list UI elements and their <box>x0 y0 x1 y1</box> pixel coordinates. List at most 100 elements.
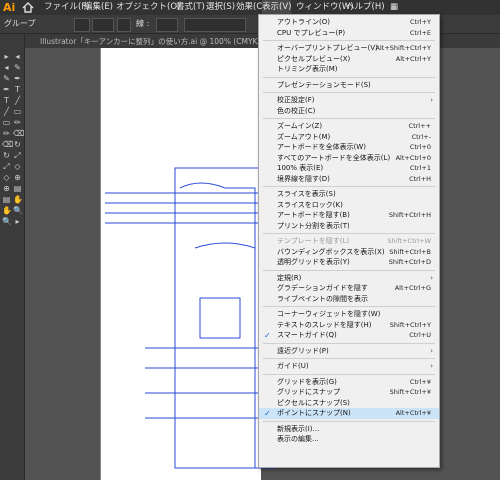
view-menu-item[interactable]: ピクセルにスナップ(S) <box>259 398 439 409</box>
type-tool-icon[interactable]: T <box>2 96 11 105</box>
home-icon[interactable] <box>22 2 34 13</box>
paintbrush-tool-icon[interactable]: ✏ <box>13 118 22 127</box>
direct-selection-tool-icon[interactable]: ◂ <box>2 63 11 72</box>
view-menu-item[interactable]: 新規表示(I)... <box>259 424 439 435</box>
pencil-tool-icon[interactable]: ✎ <box>2 74 11 83</box>
hand-tool-icon[interactable]: ✋ <box>2 206 12 215</box>
view-menu-item[interactable]: バウンディングボックスを表示(X) Shift+Ctrl+B <box>259 247 439 258</box>
view-menu-item-label: 定規(R) <box>277 273 302 282</box>
rotate-tool-icon[interactable]: ↻ <box>13 140 22 149</box>
view-menu-item[interactable]: ズームイン(Z) Ctrl++ <box>259 121 439 132</box>
view-menu-item[interactable]: 境界線を隠す(D) Ctrl+H <box>259 174 439 185</box>
fill-dropdown[interactable] <box>92 18 114 32</box>
view-menu-item-label: テキストのスレッドを隠す(H) <box>277 320 372 329</box>
menu-item[interactable]: ファイル(F) <box>44 0 90 15</box>
shape-builder-tool-icon[interactable]: ◇ <box>2 173 11 182</box>
eraser-tool-icon[interactable]: ⌫ <box>2 140 13 149</box>
line-tool-icon[interactable]: ╱ <box>13 96 22 105</box>
view-menu-item[interactable]: スライスをロック(K) <box>259 200 439 211</box>
pen-tool-icon[interactable]: ✒ <box>2 85 11 94</box>
view-menu-item-shortcut: Shift+Ctrl+W <box>387 237 431 245</box>
stroke-swatch[interactable] <box>117 18 131 32</box>
fill-swatch[interactable] <box>74 18 90 32</box>
selection-type-label: グループ <box>4 19 36 28</box>
rectangle-tool-icon[interactable]: ▭ <box>2 118 11 127</box>
stroke-weight-field[interactable] <box>156 18 178 32</box>
view-menu-item[interactable]: CPU でプレビュー(P) Ctrl+E <box>259 28 439 39</box>
view-menu-item-label: プリント分割を表示(T) <box>277 221 350 230</box>
rotate-tool-icon[interactable]: ↻ <box>2 151 11 160</box>
view-menu-item-label: バウンディングボックスを表示(X) <box>277 247 385 256</box>
view-menu-item-label: CPU でプレビュー(P) <box>277 28 346 37</box>
view-menu-item[interactable]: グリッドにスナップ Shift+Ctrl+¥ <box>259 387 439 398</box>
symbol-sprayer-tool-icon[interactable]: ⊕ <box>13 173 22 182</box>
view-menu-item[interactable]: ガイド(U) › <box>259 361 439 372</box>
zoom-tool-icon[interactable]: 🔍 <box>13 206 23 215</box>
tools-panel: ▸ ◂ ◂ ✎ ✎ ✒ ✒ T T ╱ ╱ ▭ ▭ ✏ ✏ ⌫ ⌫ ↻ ↻ ⤢ ⤢ ◇ ◇ ⊕ ⊕ ▤ ▤ ✋ ✋ 🔍 🔍 ▸ <box>0 34 25 480</box>
view-menu-item[interactable]: オーバープリントプレビュー(V) Alt+Shift+Ctrl+Y <box>259 43 439 54</box>
scale-tool-icon[interactable]: ⤢ <box>2 162 11 171</box>
view-menu-item[interactable]: 校正設定(F) › <box>259 95 439 106</box>
view-menu-item[interactable]: ズームアウト(M) Ctrl+- <box>259 132 439 143</box>
paintbrush-tool-icon[interactable]: ✏ <box>2 129 11 138</box>
view-menu-item[interactable]: アウトライン(O) Ctrl+Y <box>259 17 439 28</box>
menu-item[interactable]: 表示(V) <box>262 0 292 15</box>
menu-item[interactable]: 書式(T) <box>176 0 205 15</box>
pen-tool-icon[interactable]: ✒ <box>13 74 22 83</box>
view-menu-item-label: 表示の編集... <box>277 435 319 443</box>
view-menu-item[interactable]: テキストのスレッドを隠す(H) Shift+Ctrl+Y <box>259 320 439 331</box>
zoom-tool-icon[interactable]: 🔍 <box>2 217 12 226</box>
view-menu-item[interactable]: 100% 表示(E) Ctrl+1 <box>259 163 439 174</box>
view-menu-item[interactable]: ピクセルプレビュー(X) Alt+Ctrl+Y <box>259 54 439 65</box>
view-menu-item[interactable]: ✓ スマートガイド(Q) Ctrl+U <box>259 330 439 341</box>
view-menu-item[interactable]: 透明グリッドを表示(Y) Shift+Ctrl+D <box>259 257 439 268</box>
view-menu-item[interactable]: プリント分割を表示(T) <box>259 221 439 232</box>
view-menu-item[interactable]: コーナーウィジェットを隠す(W) <box>259 309 439 320</box>
pencil-tool-icon[interactable]: ✎ <box>13 63 22 72</box>
view-menu-item[interactable]: グラデーションガイドを隠す Alt+Ctrl+G <box>259 283 439 294</box>
view-menu-item[interactable]: 定規(R) › <box>259 273 439 284</box>
view-menu-item[interactable]: トリミング表示(M) <box>259 64 439 75</box>
selection-tool-icon[interactable]: ▸ <box>2 52 11 61</box>
view-menu-item-label: ポイントにスナップ(N) <box>277 409 351 417</box>
selection-tool-icon[interactable]: ▸ <box>13 217 22 226</box>
eraser-tool-icon[interactable]: ⌫ <box>13 129 24 138</box>
view-menu-item[interactable]: アートボードを全体表示(W) Ctrl+0 <box>259 142 439 153</box>
submenu-chevron-icon: › <box>430 362 433 370</box>
view-menu-item-label: プレゼンテーションモード(S) <box>277 80 371 89</box>
graph-tool-icon[interactable]: ▤ <box>2 195 11 204</box>
menu-item[interactable]: ヘルプ(H) <box>346 0 385 15</box>
shape-builder-tool-icon[interactable]: ◇ <box>13 162 22 171</box>
view-menu-item[interactable]: グリッドを表示(G) Ctrl+¥ <box>259 377 439 388</box>
menu-separator <box>263 358 435 359</box>
menu-item[interactable]: 選択(S) <box>206 0 235 15</box>
view-menu-item[interactable]: 色の校正(C) <box>259 106 439 117</box>
view-menu-item[interactable]: すべてのアートボードを全体表示(L) Alt+Ctrl+0 <box>259 153 439 164</box>
menu-item[interactable]: オブジェクト(O) <box>116 0 180 15</box>
view-menu-item[interactable]: ✓ ポイントにスナップ(N) Alt+Ctrl+¥ <box>259 408 439 419</box>
line-tool-icon[interactable]: ╱ <box>2 107 11 116</box>
menu-item[interactable]: ウィンドウ(W) <box>296 0 354 15</box>
scale-tool-icon[interactable]: ⤢ <box>13 151 22 160</box>
view-menu-item-shortcut: Alt+Ctrl+0 <box>395 153 431 162</box>
view-menu-item-shortcut: Alt+Shift+Ctrl+Y <box>375 44 431 52</box>
menu-separator <box>263 186 435 187</box>
stroke-profile-field[interactable] <box>184 18 246 32</box>
graph-tool-icon[interactable]: ▤ <box>13 184 22 193</box>
menu-item[interactable]: 編集(E) <box>84 0 113 15</box>
view-menu-item[interactable]: スライスを表示(S) <box>259 189 439 200</box>
symbol-sprayer-tool-icon[interactable]: ⊕ <box>2 184 11 193</box>
workspace-switcher-icon[interactable]: ▦ <box>390 0 398 15</box>
submenu-chevron-icon: › <box>430 273 433 282</box>
view-menu-item[interactable]: アートボードを隠す(B) Shift+Ctrl+H <box>259 210 439 221</box>
view-menu-item[interactable]: ライブペイントの隙間を表示 <box>259 294 439 305</box>
type-tool-icon[interactable]: T <box>13 85 22 94</box>
view-menu-item[interactable]: 遠近グリッド(P) › <box>259 346 439 357</box>
rectangle-tool-icon[interactable]: ▭ <box>13 107 22 116</box>
view-menu-item[interactable]: プレゼンテーションモード(S) <box>259 80 439 91</box>
hand-tool-icon[interactable]: ✋ <box>13 195 23 204</box>
view-menu-item[interactable]: 表示の編集... <box>259 434 439 445</box>
submenu-chevron-icon: › <box>430 346 433 355</box>
menu-separator <box>263 342 435 344</box>
direct-selection-tool-icon[interactable]: ◂ <box>13 52 22 61</box>
